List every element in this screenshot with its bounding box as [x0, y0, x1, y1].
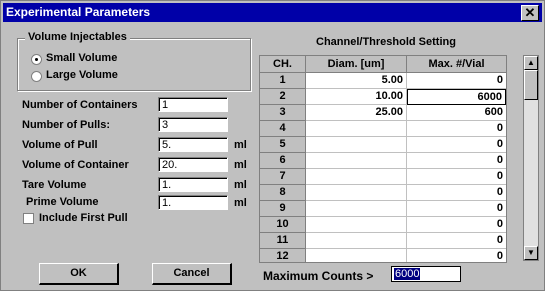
cancel-button[interactable]: Cancel: [152, 263, 232, 285]
radio-selected-dot: [35, 58, 38, 61]
prime-volume-field[interactable]: 1.: [158, 195, 228, 210]
title-bar[interactable]: Experimental Parameters ✕: [3, 3, 542, 22]
max-per-vial-cell[interactable]: 0: [407, 121, 506, 137]
include-first-pull-label[interactable]: Include First Pull: [39, 212, 128, 224]
max-per-vial-cell[interactable]: 0: [407, 233, 506, 249]
diameter-cell[interactable]: [306, 121, 407, 137]
max-per-vial-cell[interactable]: 0: [407, 137, 506, 153]
number-of-containers-field[interactable]: 1: [158, 97, 228, 112]
scroll-up-button[interactable]: ▲: [524, 56, 538, 70]
max-per-vial-cell[interactable]: 0: [407, 217, 506, 233]
include-first-pull-checkbox[interactable]: [23, 213, 34, 224]
table-row: 3 25.00 600: [260, 105, 506, 121]
close-button[interactable]: ✕: [521, 5, 539, 21]
channel-number-cell: 1: [260, 73, 306, 89]
table-row: 10 0: [260, 217, 506, 233]
table-row: 12 0: [260, 249, 506, 262]
channel-number-cell: 4: [260, 121, 306, 137]
number-of-containers-label: Number of Containers: [22, 99, 138, 111]
channel-number-cell: 5: [260, 137, 306, 153]
max-per-vial-cell[interactable]: 0: [407, 169, 506, 185]
channel-number-cell: 9: [260, 201, 306, 217]
maximum-counts-value: 6000: [394, 268, 421, 280]
max-per-vial-cell[interactable]: 0: [407, 249, 506, 262]
ok-button[interactable]: OK: [39, 263, 119, 285]
channel-threshold-title: Channel/Threshold Setting: [316, 36, 456, 48]
dialog-title: Experimental Parameters: [6, 5, 151, 19]
diameter-cell[interactable]: [306, 185, 407, 201]
volume-injectables-title: Volume Injectables: [25, 31, 130, 43]
diameter-cell[interactable]: [306, 233, 407, 249]
diameter-cell[interactable]: [306, 217, 407, 233]
volume-of-container-unit: ml: [234, 159, 247, 171]
diameter-cell[interactable]: [306, 169, 407, 185]
diameter-cell[interactable]: 25.00: [306, 105, 407, 121]
table-row: 40: [260, 121, 506, 137]
number-of-pulls-field[interactable]: 3: [158, 117, 228, 132]
table-row: 70: [260, 169, 506, 185]
max-per-vial-cell[interactable]: 0: [407, 201, 506, 217]
close-icon: ✕: [524, 5, 536, 20]
channel-number-cell: 3: [260, 105, 306, 121]
channel-number-cell: 7: [260, 169, 306, 185]
channel-number-cell: 12: [260, 249, 306, 262]
diam-column-header: Diam. [um]: [306, 56, 407, 72]
diameter-cell[interactable]: [306, 137, 407, 153]
maximum-counts-field[interactable]: 6000: [391, 266, 461, 282]
arrow-down-icon: ▼: [527, 248, 535, 257]
channel-number-cell: 2: [260, 89, 306, 105]
volume-injectables-group: [17, 38, 251, 91]
diameter-cell[interactable]: 10.00: [306, 89, 407, 105]
prime-volume-label: Prime Volume: [26, 196, 99, 208]
experimental-parameters-dialog: Experimental Parameters ✕ Volume Injecta…: [0, 0, 545, 291]
max-per-vial-cell[interactable]: 0: [407, 185, 506, 201]
volume-of-pull-unit: ml: [234, 139, 247, 151]
volume-of-container-field[interactable]: 20.: [158, 157, 228, 172]
diameter-cell[interactable]: 5.00: [306, 73, 407, 89]
volume-of-pull-label: Volume of Pull: [22, 139, 98, 151]
table-row: 90: [260, 201, 506, 217]
max-per-vial-cell[interactable]: 0: [407, 73, 506, 89]
ch-column-header: CH.: [260, 56, 306, 72]
tare-volume-label: Tare Volume: [22, 179, 87, 191]
large-volume-radio[interactable]: [31, 71, 42, 82]
scroll-down-button[interactable]: ▼: [524, 246, 538, 260]
large-volume-label[interactable]: Large Volume: [46, 69, 118, 81]
channel-number-cell: 11: [260, 233, 306, 249]
table-scrollbar[interactable]: ▲ ▼: [523, 55, 539, 261]
tare-volume-field[interactable]: 1.: [158, 177, 228, 192]
table-row: 60: [260, 153, 506, 169]
max-per-vial-cell[interactable]: 0: [407, 153, 506, 169]
maximum-counts-label: Maximum Counts >: [263, 269, 374, 283]
tare-volume-unit: ml: [234, 179, 247, 191]
volume-of-pull-field[interactable]: 5.: [158, 137, 228, 152]
channel-number-cell: 10: [260, 217, 306, 233]
diameter-cell[interactable]: [306, 153, 407, 169]
small-volume-radio[interactable]: [31, 54, 42, 65]
table-header: CH. Diam. [um] Max. #/Vial: [260, 56, 506, 73]
channel-number-cell: 6: [260, 153, 306, 169]
table-row: 1 5.00 0: [260, 73, 506, 89]
table-row: 11 0: [260, 233, 506, 249]
channel-threshold-table: CH. Diam. [um] Max. #/Vial 1 5.00 0 2 10.00 6…: [259, 55, 507, 263]
table-row: 2 10.00 6000: [260, 89, 506, 105]
diameter-cell[interactable]: [306, 201, 407, 217]
arrow-up-icon: ▲: [527, 58, 535, 67]
max-per-vial-cell[interactable]: 6000: [407, 89, 506, 105]
channel-number-cell: 8: [260, 185, 306, 201]
max-vial-column-header: Max. #/Vial: [428, 58, 485, 70]
max-per-vial-cell[interactable]: 600: [407, 105, 506, 121]
diameter-cell[interactable]: [306, 249, 407, 262]
volume-of-container-label: Volume of Container: [22, 159, 129, 171]
table-row: 80: [260, 185, 506, 201]
small-volume-label[interactable]: Small Volume: [46, 52, 117, 64]
table-row: 50: [260, 137, 506, 153]
number-of-pulls-label: Number of Pulls:: [22, 119, 111, 131]
prime-volume-unit: ml: [234, 197, 247, 209]
scroll-thumb[interactable]: [524, 70, 538, 100]
